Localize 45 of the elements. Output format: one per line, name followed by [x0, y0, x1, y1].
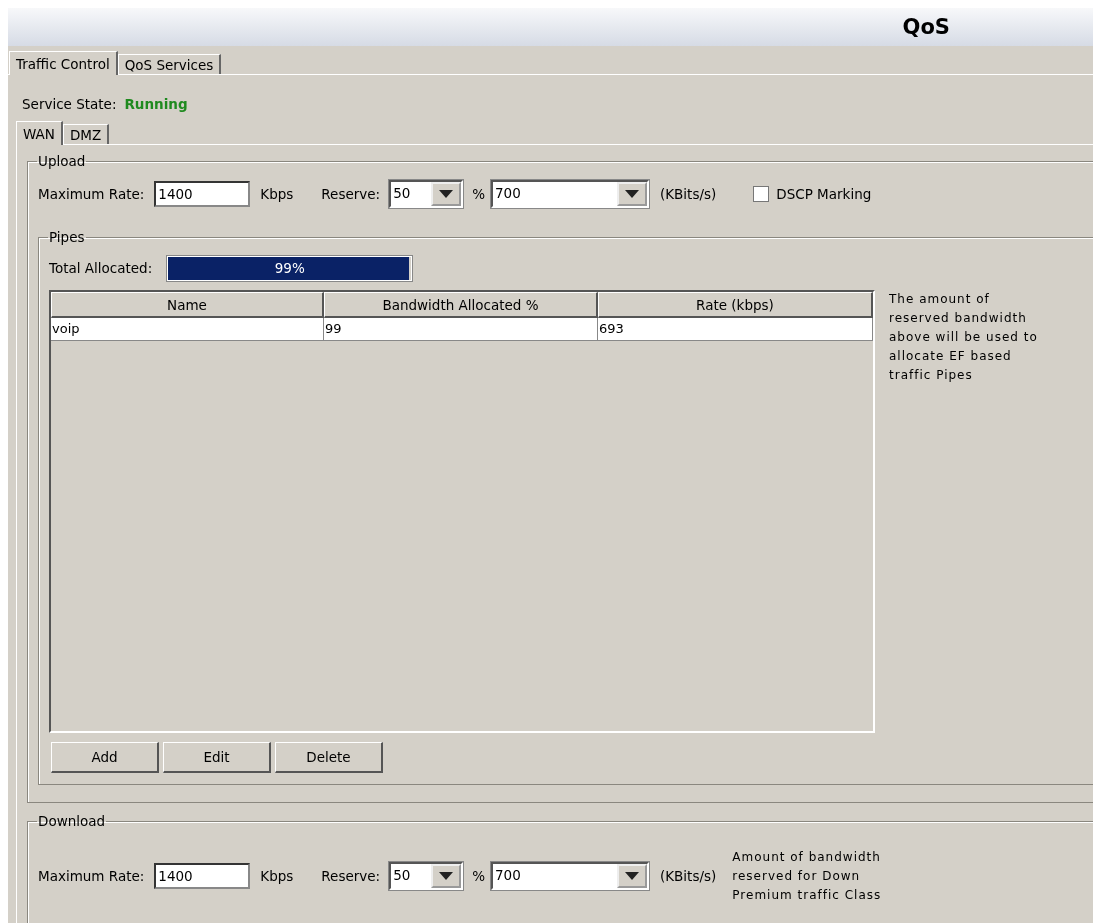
checkbox[interactable]	[753, 186, 770, 202]
percent-label: %	[472, 186, 485, 202]
tab[interactable]: WAN	[16, 121, 63, 145]
unit-label: Kbps	[260, 186, 294, 202]
caret-icon	[625, 190, 639, 198]
caret-icon	[439, 190, 454, 198]
action-button[interactable]: Edit	[163, 742, 271, 773]
action-button[interactable]: Delete	[275, 742, 383, 773]
rate-input[interactable]: 1400	[154, 181, 251, 207]
help-text: The amount of reserved bandwidth above will be used to allocate EF based traffic Pipes	[889, 291, 1039, 384]
tab[interactable]: DMZ	[62, 124, 110, 144]
caret-icon	[625, 872, 639, 880]
field-label: Maximum Rate:	[38, 868, 145, 884]
column-header[interactable]: Name	[51, 292, 324, 318]
column-header[interactable]: Bandwidth Allocated %	[324, 292, 598, 318]
progress-bar: 99%	[167, 255, 413, 281]
rate-dropdown[interactable]: 700	[491, 180, 649, 208]
field-label: Reserve:	[321, 186, 381, 202]
field-label: Maximum Rate:	[38, 186, 145, 202]
checkbox-label: DSCP Marking	[776, 186, 872, 202]
caret-icon	[439, 872, 454, 880]
percent-dropdown[interactable]: 50	[389, 180, 464, 208]
rate-input[interactable]: 1400	[154, 863, 251, 889]
group-title: Pipes	[48, 229, 86, 245]
percent-label: %	[472, 868, 485, 884]
action-button[interactable]: Add	[51, 742, 159, 773]
table-cell: 693	[598, 318, 873, 341]
field-label: Service State:	[22, 96, 117, 112]
window-title: QoS	[902, 15, 950, 39]
field-label: Reserve:	[321, 868, 381, 884]
group-title: Download	[37, 813, 107, 829]
tab[interactable]: Traffic Control	[9, 51, 118, 75]
field-label: Total Allocated:	[49, 260, 153, 276]
status-text: Running	[124, 96, 188, 112]
unit-label: (KBits/s)	[660, 186, 717, 202]
help-text: Amount of bandwidth reserved for Down Premium traffic Class	[732, 848, 883, 904]
unit-label: (KBits/s)	[660, 868, 717, 884]
table-cell: voip	[51, 318, 324, 341]
column-header[interactable]: Rate (kbps)	[598, 292, 873, 318]
unit-label: Kbps	[260, 868, 294, 884]
table-cell: 99	[324, 318, 598, 341]
percent-dropdown[interactable]: 50	[389, 862, 464, 890]
group-title: Upload	[37, 153, 87, 169]
tab[interactable]: QoS Services	[117, 54, 222, 74]
rate-dropdown[interactable]: 700	[491, 862, 649, 890]
